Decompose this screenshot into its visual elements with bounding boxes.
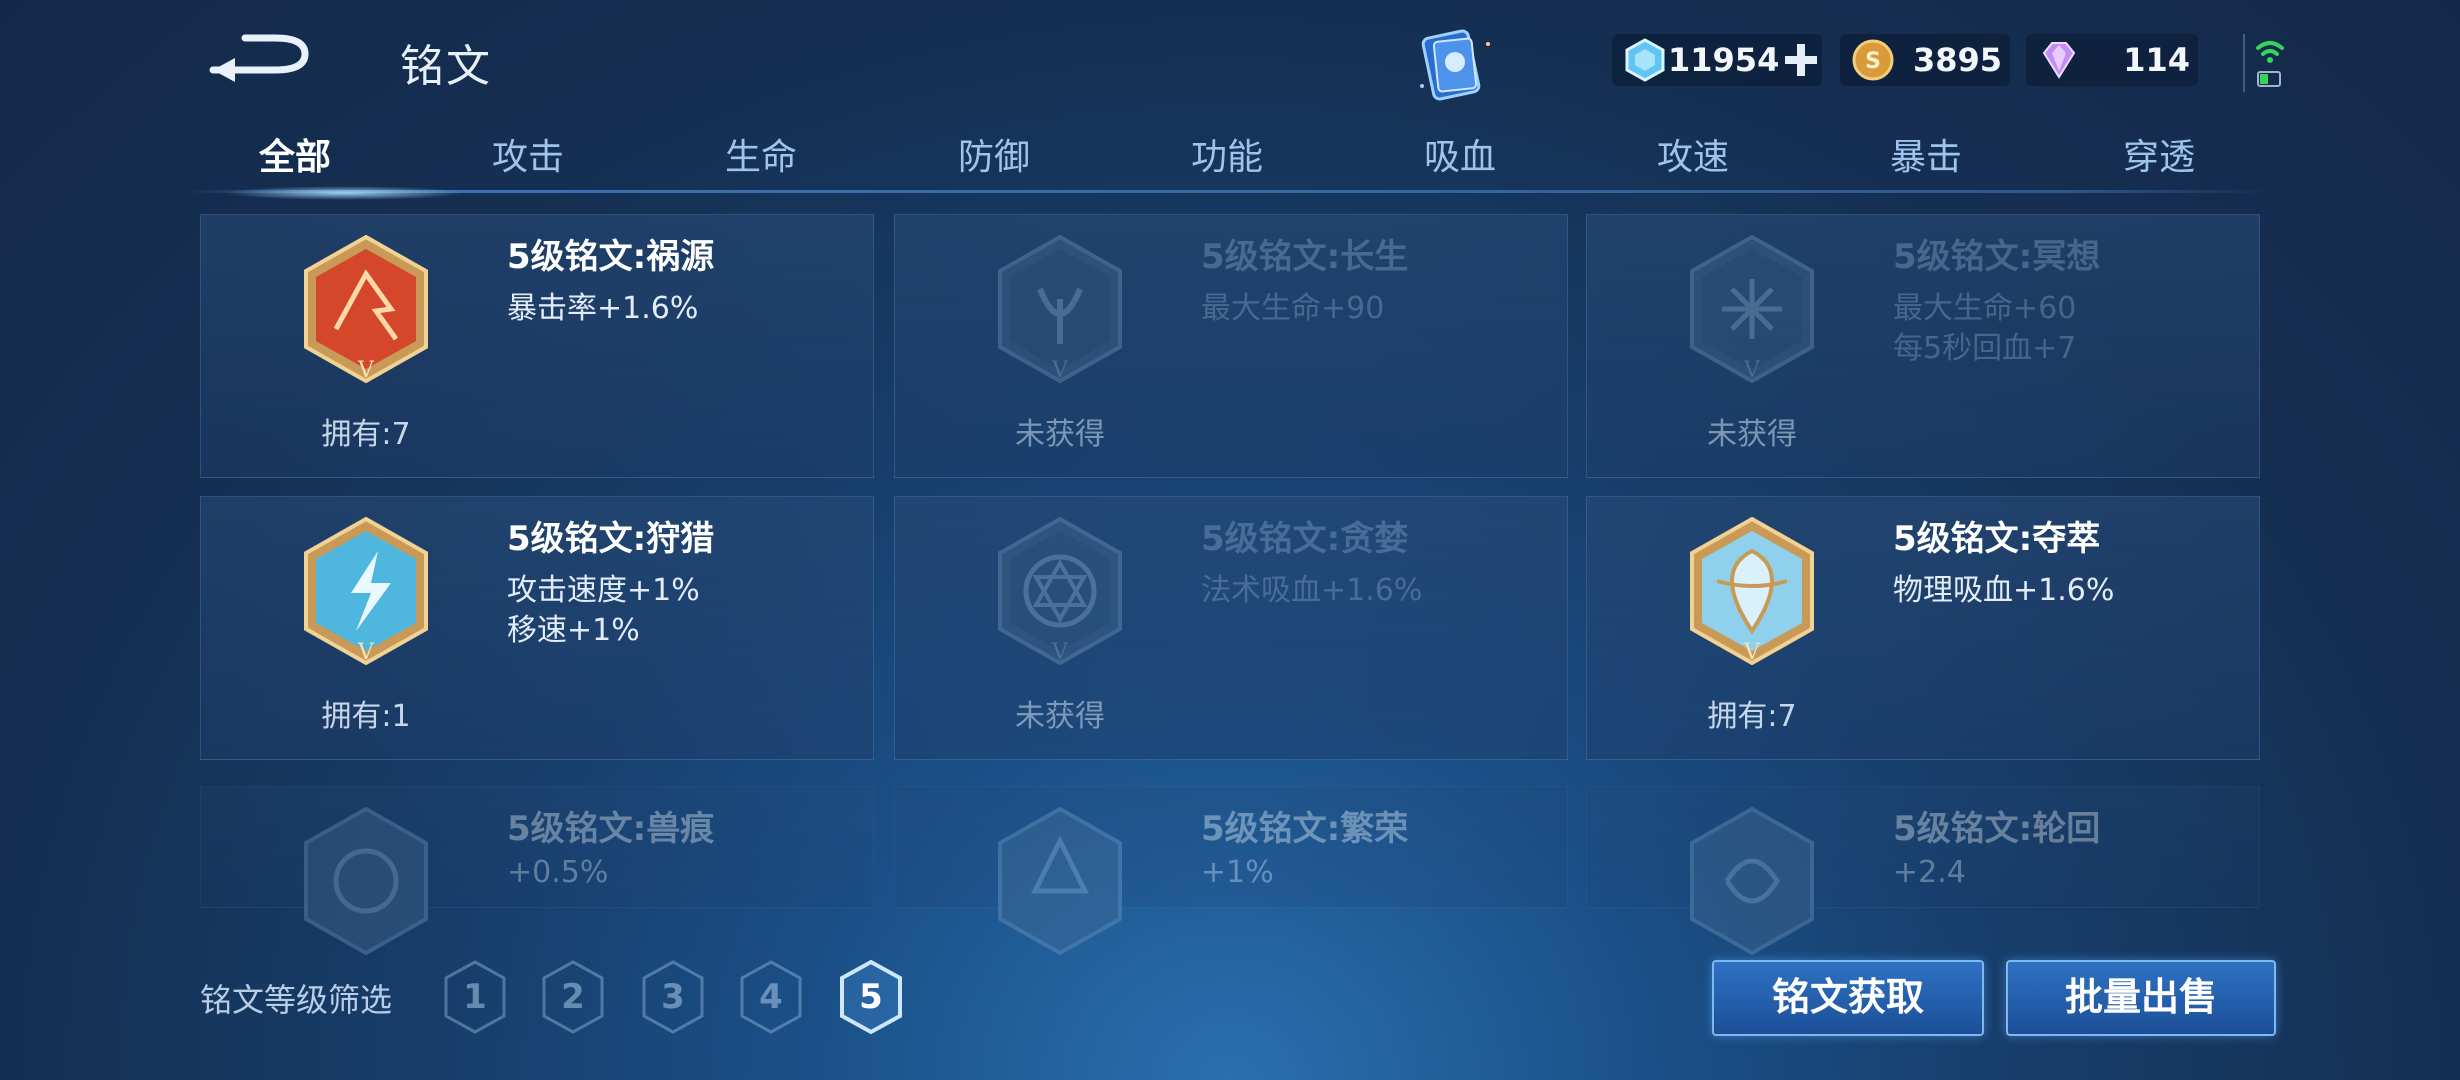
obtain-inscription-button[interactable]: 铭文获取 [1712, 960, 1984, 1036]
level-number: 3 [661, 977, 685, 1017]
owned-count: 未获得 [1015, 699, 1105, 734]
inscription-effect: 攻击速度+1% [507, 573, 700, 608]
gold-currency: S 3895 [1840, 34, 2010, 86]
level-filter-1[interactable]: 1 [440, 958, 510, 1036]
inscription-effect: 每5秒回血+7 [1893, 331, 2077, 366]
inscription-name: 5级铭文:狩猎 [507, 519, 715, 559]
level-filter-4[interactable]: 4 [736, 958, 806, 1036]
owned-count: 未获得 [1707, 417, 1797, 452]
tab-all[interactable]: 全部 [215, 130, 375, 190]
owned-count: 拥有:1 [321, 699, 411, 734]
active-tab-indicator [225, 186, 465, 200]
tab-function[interactable]: 功能 [1147, 130, 1307, 190]
inscription-card[interactable]: V 5级铭文:狩猎 攻击速度+1% 移速+1% 拥有:1 [200, 496, 874, 760]
diamond-amount: 11954 [1668, 41, 1780, 79]
inscription-effect: 最大生命+60 [1893, 291, 2077, 326]
gem-currency: 114 [2026, 34, 2198, 86]
tab-lifesteal[interactable]: 吸血 [1380, 130, 1540, 190]
inscription-name: 5级铭文:长生 [1201, 237, 1409, 277]
inscription-card[interactable]: 5级铭文:兽痕 +0.5% [200, 786, 874, 956]
inscription-name: 5级铭文:繁荣 [1201, 809, 1409, 849]
inscription-card[interactable]: V 5级铭文:贪婪 法术吸血+1.6% 未获得 [894, 496, 1568, 760]
inscription-card[interactable]: V 5级铭文:冥想 最大生命+60 每5秒回血+7 未获得 [1586, 214, 2260, 478]
add-diamond-icon[interactable] [1782, 41, 1820, 79]
inscription-effect: +2.4 [1893, 855, 1966, 890]
reincarnation-emblem-icon [1690, 806, 1814, 956]
gold-amount: 3895 [1912, 41, 2002, 79]
inscription-book-icon[interactable] [1410, 26, 1500, 106]
prosperity-emblem-icon [998, 806, 1122, 956]
greed-emblem-icon: V [998, 516, 1122, 666]
inscription-name: 5级铭文:兽痕 [507, 809, 715, 849]
svg-text:S: S [1865, 49, 1881, 74]
inscription-name: 5级铭文:轮回 [1893, 809, 2101, 849]
purple-gem-icon [2042, 42, 2076, 79]
inscription-effect: 法术吸血+1.6% [1201, 573, 1423, 608]
inscription-effect: 最大生命+90 [1201, 291, 1385, 326]
svg-text:V: V [1051, 358, 1069, 383]
inscription-card[interactable]: V 5级铭文:长生 最大生命+90 未获得 [894, 214, 1568, 478]
diamond-currency: 11954 [1612, 34, 1822, 86]
inscription-effect: +1% [1201, 855, 1274, 890]
inscription-effect: +0.5% [507, 855, 609, 890]
level-number: 4 [759, 977, 783, 1017]
svg-text:V: V [357, 358, 375, 383]
inscription-card[interactable]: V 5级铭文:祸源 暴击率+1.6% 拥有:7 [200, 214, 874, 478]
inscription-effect: 物理吸血+1.6% [1893, 573, 2115, 608]
inscription-name: 5级铭文:祸源 [507, 237, 715, 277]
level-number: 1 [463, 977, 487, 1017]
inscription-name: 5级铭文:冥想 [1893, 237, 2101, 277]
page-title: 铭文 [400, 41, 492, 92]
tab-attack[interactable]: 攻击 [448, 130, 608, 190]
calamity-emblem-icon: V [304, 234, 428, 384]
gold-coin-icon: S [1852, 39, 1894, 81]
owned-count: 拥有:7 [1707, 699, 1797, 734]
inscription-card[interactable]: 5级铭文:繁荣 +1% [894, 786, 1568, 956]
tab-defense[interactable]: 防御 [914, 130, 1074, 190]
back-arrow-icon[interactable] [205, 28, 315, 88]
level-number: 5 [859, 977, 883, 1017]
inscription-name: 5级铭文:夺萃 [1893, 519, 2101, 559]
svg-text:V: V [1743, 358, 1761, 383]
plunder-emblem-icon: V [1690, 516, 1814, 666]
level-filter-2[interactable]: 2 [538, 958, 608, 1036]
gem-amount: 114 [2123, 41, 2190, 79]
diamond-icon [1625, 38, 1665, 82]
inscription-card[interactable]: V 5级铭文:夺萃 物理吸血+1.6% 拥有:7 [1586, 496, 2260, 760]
longevity-emblem-icon: V [998, 234, 1122, 384]
tab-crit[interactable]: 暴击 [1846, 130, 2006, 190]
hunt-emblem-icon: V [304, 516, 428, 666]
top-bar: 铭文 11954 S 3895 114 [0, 0, 2460, 120]
level-filter-3[interactable]: 3 [638, 958, 708, 1036]
tab-health[interactable]: 生命 [681, 130, 841, 190]
svg-text:V: V [1051, 640, 1069, 665]
category-tabs: 全部 攻击 生命 防御 功能 吸血 攻速 暴击 穿透 [185, 130, 2275, 200]
bulk-sell-button[interactable]: 批量出售 [2006, 960, 2276, 1036]
inscription-effect: 暴击率+1.6% [507, 291, 699, 326]
inscription-card[interactable]: 5级铭文:轮回 +2.4 [1586, 786, 2260, 956]
tab-penetration[interactable]: 穿透 [2079, 130, 2239, 190]
tab-divider [185, 190, 2275, 193]
network-status-icon [2243, 34, 2284, 92]
level-filter-5[interactable]: 5 [836, 958, 906, 1036]
inscription-effect: 移速+1% [507, 613, 640, 648]
level-number: 2 [561, 977, 585, 1017]
tab-attack-speed[interactable]: 攻速 [1613, 130, 1773, 190]
svg-text:V: V [357, 640, 375, 665]
owned-count: 拥有:7 [321, 417, 411, 452]
beast-mark-emblem-icon [304, 806, 428, 956]
level-filter-label: 铭文等级筛选 [200, 981, 393, 1019]
svg-text:V: V [1743, 640, 1761, 665]
owned-count: 未获得 [1015, 417, 1105, 452]
meditation-emblem-icon: V [1690, 234, 1814, 384]
inscription-name: 5级铭文:贪婪 [1201, 519, 1409, 559]
